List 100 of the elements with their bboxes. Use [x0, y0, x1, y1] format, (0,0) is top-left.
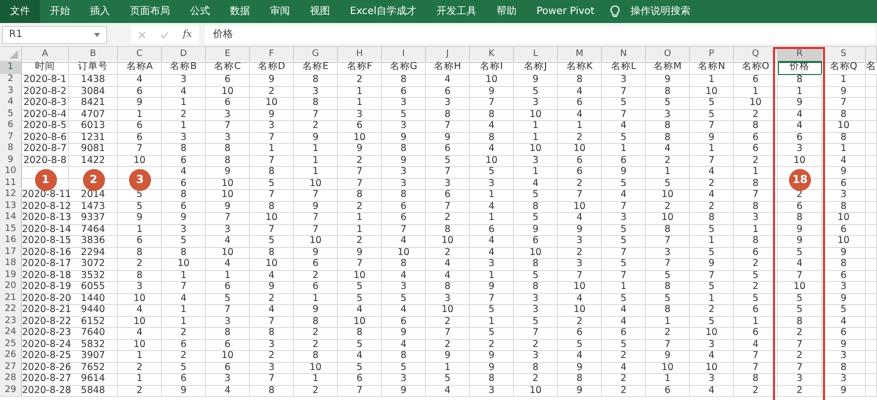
table-cell: 9 [778, 235, 822, 248]
table-cell: 6 [734, 246, 778, 259]
ribbon-tab[interactable]: 插入 [80, 0, 120, 23]
row-number[interactable]: 8 [0, 143, 22, 156]
table-cell: 1 [602, 281, 646, 294]
row-number[interactable]: 10 [0, 166, 22, 178]
row-number[interactable]: 28 [0, 373, 22, 386]
column-header[interactable]: M [558, 47, 602, 63]
function-label[interactable]: fx [182, 29, 192, 40]
table-cell: 8 [734, 235, 778, 248]
column-header[interactable]: C [118, 47, 162, 63]
check-icon[interactable] [160, 30, 169, 38]
table-cell: 1231 [69, 132, 118, 144]
ribbon-tab[interactable]: Excel自学成才 [340, 0, 426, 23]
column-header[interactable]: L [514, 47, 558, 63]
table-cell: 8 [822, 258, 866, 270]
table-cell: 4 [206, 258, 250, 270]
cancel-icon[interactable] [138, 30, 146, 38]
table-cell: 1 [690, 235, 734, 248]
column-header[interactable]: I [382, 47, 426, 63]
table-cell: 1 [646, 166, 690, 178]
table-cell: 9 [338, 143, 382, 156]
table-cell: 3 [734, 212, 778, 224]
ribbon-tab[interactable]: 页面布局 [120, 0, 180, 23]
table-cell: 6 [778, 132, 822, 144]
table-cell: 9 [558, 384, 602, 397]
row-number[interactable]: 24 [0, 327, 22, 340]
row-number[interactable]: 18 [0, 258, 22, 270]
formula-field[interactable]: 价格 [205, 26, 875, 44]
table-cell: 2 [470, 338, 514, 351]
table-cell: 7 [338, 384, 382, 397]
table-cell: 1 [118, 350, 162, 362]
lightbulb-icon[interactable] [610, 5, 620, 18]
table-cell: 4 [778, 108, 822, 121]
table-cell: 3 [822, 373, 866, 386]
ribbon-tab[interactable]: Power Pivot [526, 0, 604, 23]
column-header[interactable]: H [338, 47, 382, 63]
table-cell: 名称N [690, 61, 734, 74]
table-cell: 2 [734, 108, 778, 121]
table-cell: 8421 [69, 97, 118, 110]
column-header[interactable]: N [602, 47, 646, 63]
table-cell: 2 [338, 200, 382, 213]
ribbon-tab[interactable]: 视图 [300, 0, 340, 23]
table-cell: 2 [646, 327, 690, 340]
column-header[interactable]: D [162, 47, 206, 63]
table-cell: 2020-8-7 [22, 143, 69, 156]
table-cell: 8 [294, 316, 338, 328]
table-cell: 2 [294, 338, 338, 351]
table-cell: 2020-8-20 [22, 292, 69, 305]
column-header[interactable]: G [294, 47, 338, 63]
table-cell: 3 [206, 373, 250, 386]
table-cell: 3 [470, 178, 514, 190]
search-link[interactable]: 操作说明搜索 [620, 0, 700, 23]
table-cell: 2 [426, 246, 470, 259]
table-cell: 4 [558, 86, 602, 98]
row-number[interactable]: 26 [0, 350, 22, 362]
ribbon-tab[interactable]: 公式 [180, 0, 220, 23]
column-header[interactable]: S [822, 47, 866, 63]
row-number[interactable]: 22 [0, 304, 22, 316]
table-cell: 8 [250, 246, 294, 259]
column-header[interactable]: K [470, 47, 514, 63]
row-number[interactable]: 12 [0, 189, 22, 202]
table-cell: 3 [382, 97, 426, 110]
table-cell: 3 [514, 350, 558, 362]
column-header[interactable]: P [690, 47, 734, 63]
name-box[interactable]: R1 [2, 26, 107, 44]
table-cell: 7 [206, 120, 250, 132]
table-cell: 7 [206, 212, 250, 224]
column-header[interactable]: J [426, 47, 470, 63]
ribbon-tab[interactable]: 帮助 [486, 0, 526, 23]
column-header[interactable]: F [250, 47, 294, 63]
row-number[interactable]: 6 [0, 120, 22, 132]
ribbon-tab[interactable]: 审阅 [260, 0, 300, 23]
table-cell: 9 [250, 108, 294, 121]
row-number[interactable]: 14 [0, 212, 22, 224]
table-cell: 4 [426, 258, 470, 270]
table-cell: 7 [206, 304, 250, 316]
table-cell: 6 [294, 258, 338, 270]
table-cell: 6 [162, 154, 206, 167]
row-number[interactable]: 20 [0, 281, 22, 294]
table-cell: 10 [338, 316, 382, 328]
table-cell: 10 [514, 143, 558, 156]
table-cell: 7 [646, 235, 690, 248]
ribbon-tab[interactable]: 文件 [0, 0, 40, 23]
ribbon-tab[interactable]: 开始 [40, 0, 80, 23]
row-number[interactable]: 1 [0, 61, 22, 74]
row-number[interactable]: 2 [0, 74, 22, 86]
table-cell: 10 [646, 362, 690, 374]
ribbon-tab[interactable]: 开发工具 [426, 0, 486, 23]
row-number[interactable]: 4 [0, 97, 22, 110]
column-header[interactable]: O [646, 47, 690, 63]
table-cell: 8 [470, 373, 514, 386]
row-number[interactable]: 16 [0, 235, 22, 248]
column-header[interactable]: E [206, 47, 250, 63]
row-number[interactable]: 29 [0, 384, 22, 397]
table-cell: 3 [470, 384, 514, 397]
table-cell: 7 [602, 86, 646, 98]
table-cell: 名称G [382, 61, 426, 74]
ribbon-tab[interactable]: 数据 [220, 0, 260, 23]
table-cell: 2 [690, 304, 734, 316]
